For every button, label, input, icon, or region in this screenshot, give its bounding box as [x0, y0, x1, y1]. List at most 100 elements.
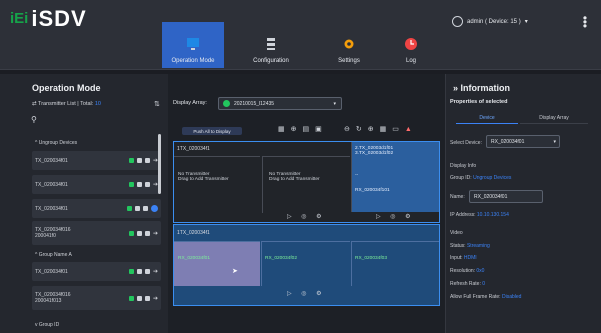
tab-display-array[interactable]: Display Array [520, 115, 588, 124]
more-menu-icon[interactable]: • • • [582, 12, 588, 32]
search-icon[interactable]: ⚲ [31, 115, 37, 124]
admin-menu[interactable]: admin ( Device: 15 ) ▾ [452, 16, 528, 27]
push-all-button[interactable]: Push All to Display [182, 127, 242, 135]
display-info-heading: Display Info [450, 163, 477, 169]
tx-name: TX_020034f01 [35, 181, 68, 188]
nav-label: Operation Mode [171, 58, 215, 64]
cell-rx: RX_020034f101 [355, 188, 390, 193]
nav-label: Log [405, 58, 416, 64]
refresh-row: Refresh Rate: 0 [450, 281, 485, 287]
brand-mark: iEi [10, 10, 29, 27]
clock-icon [405, 38, 417, 50]
display-array-select[interactable]: 20210015_l12435 ▾ [218, 97, 342, 110]
status-icon [128, 158, 134, 163]
collapse-icon[interactable]: » [453, 83, 461, 93]
trash-icon[interactable]: ▤ [303, 126, 316, 133]
tx-list-label: Transmitter List [38, 101, 76, 107]
video-heading: Video [450, 230, 463, 236]
select-device-value: RX_020034f01 [491, 138, 525, 145]
nav-log[interactable]: Log [380, 22, 442, 68]
toolbar-icons: ▦⊕▤▣ [278, 125, 328, 133]
info-subtitle: Properties of selected [450, 99, 508, 105]
block-controls[interactable]: ▷ ◎ ⚙ [287, 290, 326, 297]
tx-list-header: ⇄ Transmitter List | Total: 10 [32, 101, 101, 107]
name-value: RX_020034f01 [474, 193, 508, 200]
settings-icon [144, 230, 150, 236]
resolution-value: 0x0 [476, 268, 485, 274]
scrollbar[interactable] [158, 134, 161, 194]
cell-dash: -- [355, 173, 359, 178]
link-icon [136, 295, 142, 301]
settings-icon [144, 269, 150, 274]
tx-name: TX_020034f01 [35, 268, 68, 275]
resolution-row: Resolution: 0x0 [450, 268, 484, 274]
group-header[interactable]: ^ Ungroup Devices [35, 140, 77, 146]
block-header: 1TX_020034f1 [177, 230, 210, 236]
allow-label: Allow Full Frame Rate: [450, 294, 501, 300]
status-icon [127, 206, 132, 211]
list-item[interactable]: TX_020034f01 ➔ [32, 151, 161, 170]
group-id-value: Ungroup Devices [473, 175, 512, 181]
group-name: Ungroup Devices [38, 140, 78, 146]
group-id-row: Group ID: Ungroup Devices [450, 175, 511, 181]
status-row: Status: Streaming [450, 243, 490, 249]
list-item[interactable]: TX_020034f01 [32, 199, 161, 218]
window-icon[interactable]: ▭ [392, 126, 405, 133]
tx-name: TX_020034f01 [35, 205, 68, 212]
settings-icon [144, 182, 150, 187]
table-icon[interactable]: ▦ [380, 126, 393, 133]
link-icon [136, 269, 142, 274]
nav-operation-mode[interactable]: Operation Mode [162, 22, 224, 68]
zoom-out-icon[interactable]: ⊖ [344, 126, 356, 133]
group-header[interactable]: v Group ID [35, 322, 59, 328]
status-icon [128, 295, 134, 301]
zoom-in-icon[interactable]: ⊕ [368, 126, 380, 133]
cell-empty-label: No Transmitter Drag to Add Transmitter [178, 172, 229, 182]
list-item[interactable]: TX_020034f016 200041f0 ➔ [32, 221, 161, 245]
arrow-icon: ➔ [152, 269, 158, 275]
user-icon [452, 16, 463, 27]
nav-configuration[interactable]: Configuration [240, 22, 302, 68]
nav-label: Settings [338, 58, 360, 64]
rx-cell-label: RX_020034f02 [265, 256, 298, 261]
view-icons: ⊖↻⊕▦▭▲ [344, 125, 418, 133]
info-title: » Information [453, 83, 510, 93]
rx-cell-selected[interactable] [174, 241, 260, 286]
cell-controls[interactable]: ▷ ◎ ⚙ [376, 213, 415, 220]
list-item[interactable]: TX_020034f01 ➔ [32, 175, 161, 194]
ip-value: 10.10.130.154 [476, 212, 509, 218]
group-header[interactable]: ^ Group Name A [35, 252, 72, 258]
cell-tx-list: 2.TX_02003d1f01 3.TX_02003d1f02 [355, 146, 394, 156]
list-item[interactable]: TX_020034f01 ➔ [32, 262, 161, 281]
select-device-label: Select Device: [450, 140, 482, 146]
arrow-icon: ➔ [152, 230, 158, 237]
name-input[interactable]: RX_020034f01 [469, 190, 543, 203]
display-cell[interactable] [174, 156, 260, 213]
list-item[interactable]: TX_020034f016 200041f013 ➔ [32, 286, 161, 310]
link-icon[interactable]: ⊕ [291, 126, 303, 133]
tab-device[interactable]: Device [456, 115, 518, 124]
total-value: 10 [94, 101, 101, 107]
save-icon[interactable]: ▣ [315, 126, 328, 133]
chevron-down-icon: ▾ [553, 138, 556, 145]
nav-settings[interactable]: Settings [318, 22, 380, 68]
rx-cell[interactable] [351, 241, 439, 286]
sort-icon[interactable]: ⇅ [154, 100, 160, 108]
display-cell[interactable] [262, 156, 350, 213]
display-array-value: 20210015_l12435 [234, 100, 275, 107]
app-logo: iEi iSDV [10, 6, 87, 32]
ip-label: IP Address: [450, 212, 476, 218]
display-array-label: Display Array: [173, 100, 207, 106]
status-label: Status: [450, 243, 466, 249]
block-header: 1TX_020034f1 [177, 146, 210, 152]
total-label: Total: [80, 101, 94, 107]
refresh-icon[interactable]: ↻ [356, 126, 368, 133]
select-device-dropdown[interactable]: RX_020034f01 ▾ [486, 135, 560, 148]
tx-name: TX_020034f01 [35, 157, 68, 164]
cell-controls[interactable]: ▷ ◎ ⚙ [287, 213, 326, 220]
rx-cell[interactable] [261, 241, 350, 286]
warning-icon[interactable]: ▲ [405, 126, 418, 133]
link-icon [136, 182, 142, 187]
grid-icon[interactable]: ▦ [278, 126, 291, 133]
status-dot-icon [223, 100, 230, 107]
